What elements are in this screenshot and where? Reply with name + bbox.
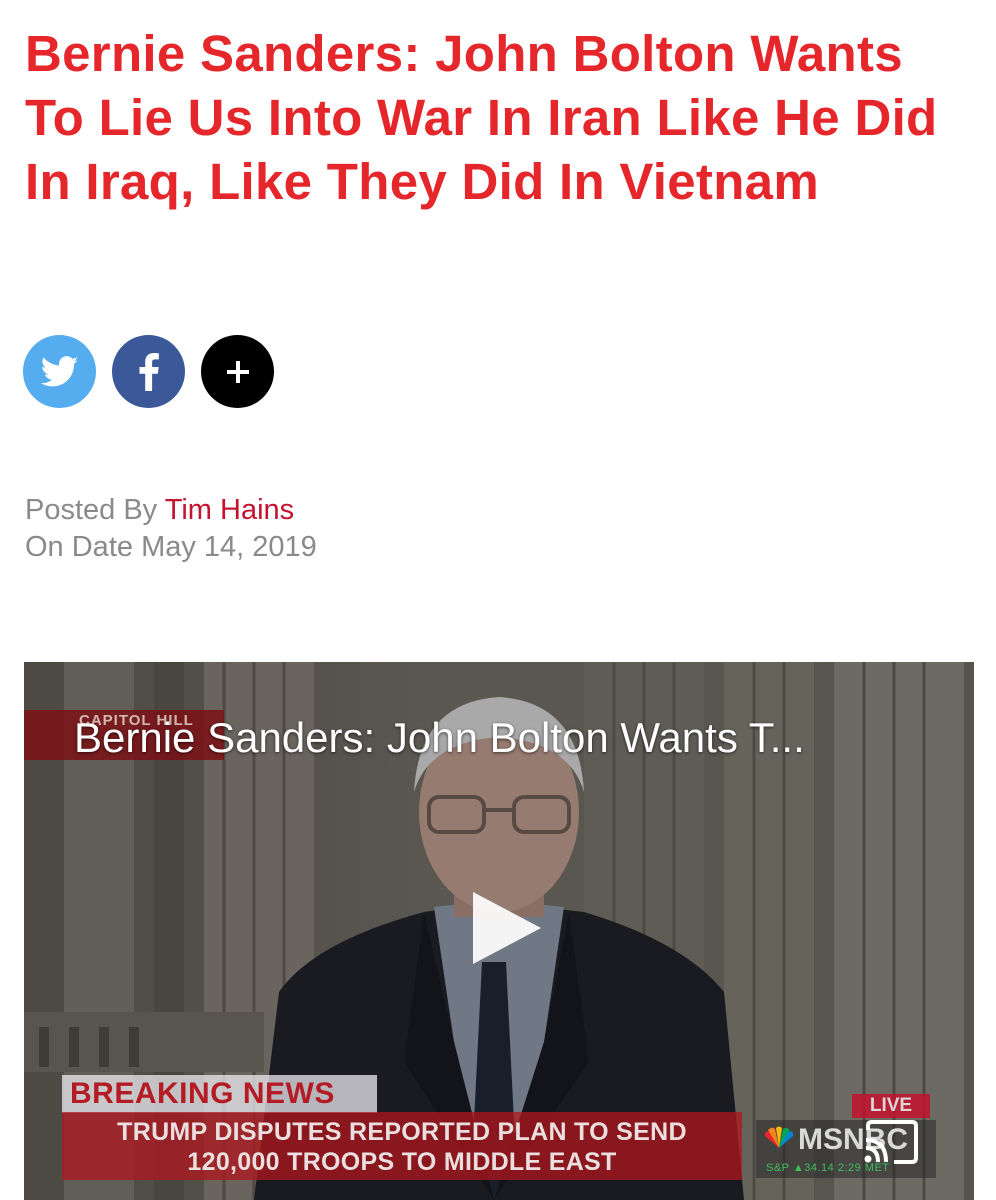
breaking-news-label: BREAKING NEWS — [62, 1075, 377, 1113]
article-meta: Posted By Tim Hains On Date May 14, 2019 — [25, 492, 317, 566]
chyron-line-1: TRUMP DISPUTES REPORTED PLAN TO SEND — [117, 1118, 687, 1146]
facebook-f-icon — [139, 352, 159, 391]
video-title: Bernie Sanders: John Bolton Wants T... — [74, 714, 805, 761]
live-badge: LIVE — [852, 1094, 930, 1118]
share-buttons — [23, 335, 274, 408]
posted-by-label: Posted By — [25, 494, 165, 526]
video-player[interactable]: CAPITOL HILL Bernie Sanders: John Bolton… — [24, 662, 974, 1200]
author-link[interactable]: Tim Hains — [165, 494, 294, 526]
twitter-bird-icon — [40, 355, 78, 386]
dateline: On Date May 14, 2019 — [25, 529, 317, 566]
byline: Posted By Tim Hains — [25, 492, 317, 529]
date-label: On Date — [25, 531, 142, 563]
facebook-share-button[interactable] — [112, 335, 185, 408]
peacock-icon — [764, 1126, 794, 1148]
chyron-line-2: 120,000 TROOPS TO MIDDLE EAST — [187, 1148, 617, 1176]
plus-icon — [226, 360, 249, 383]
twitter-share-button[interactable] — [23, 335, 96, 408]
play-icon[interactable] — [471, 890, 543, 966]
article-headline: Bernie Sanders: John Bolton Wants To Lie… — [25, 25, 938, 210]
cast-icon[interactable] — [862, 1120, 920, 1164]
market-ticker: S&P ▲34.14 2:29 MET — [766, 1162, 890, 1174]
news-chyron: TRUMP DISPUTES REPORTED PLAN TO SEND 120… — [62, 1112, 742, 1180]
publish-date: May 14, 2019 — [141, 531, 317, 563]
more-share-button[interactable] — [201, 335, 274, 408]
